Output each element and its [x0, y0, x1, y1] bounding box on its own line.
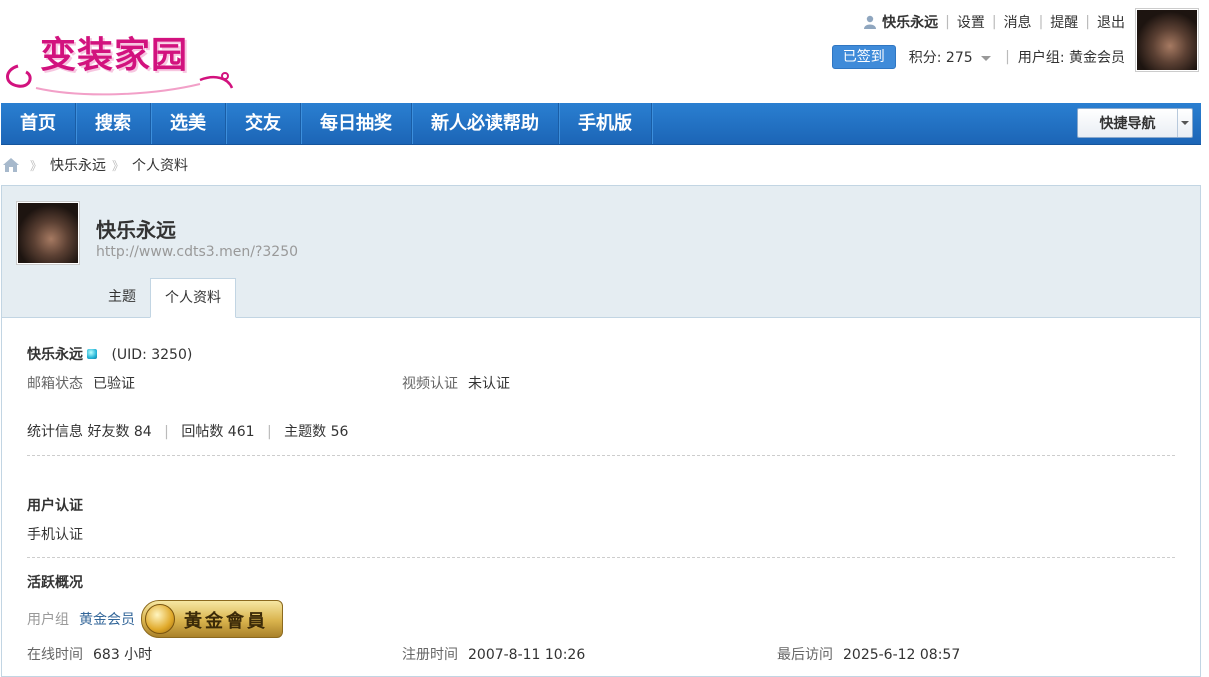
logo-text: 变装家园	[40, 34, 189, 76]
divider: |	[1085, 14, 1090, 30]
logout-link[interactable]: 退出	[1097, 12, 1125, 32]
profile-name: 快乐永远	[96, 218, 176, 242]
divider: |	[1005, 49, 1010, 65]
video-auth-row: 视频认证 未认证	[402, 373, 510, 393]
threads-count[interactable]: 主题数 56	[284, 424, 348, 440]
breadcrumb-user[interactable]: 快乐永远	[50, 155, 106, 175]
divider: |	[266, 424, 272, 440]
video-auth-label: 视频认证	[402, 376, 458, 392]
breadcrumb-separator-icon: 》	[30, 158, 43, 173]
messages-link[interactable]: 消息	[1004, 12, 1032, 32]
profile-username: 快乐永远	[27, 347, 83, 363]
tab-profile[interactable]: 个人资料	[150, 278, 236, 318]
nav-item-lottery[interactable]: 每日抽奖	[301, 103, 412, 144]
auth-value: 手机认证	[27, 527, 83, 543]
replies-count[interactable]: 回帖数 461	[181, 424, 254, 440]
online-time-label: 在线时间	[27, 647, 83, 663]
online-time-row: 在线时间 683 小时	[27, 644, 152, 664]
online-status-icon	[87, 349, 97, 359]
email-status-label: 邮箱状态	[27, 376, 83, 392]
stats-row: 统计信息 好友数 84 | 回帖数 461 | 主题数 56	[27, 421, 348, 441]
user-icon	[864, 15, 877, 29]
avatar[interactable]	[1135, 8, 1199, 72]
divider	[27, 455, 1175, 456]
gold-member-badge-icon: 黃金會員	[141, 600, 283, 638]
email-status-value: 已验证	[93, 376, 135, 392]
stats-label: 统计信息	[27, 424, 83, 440]
auth-title: 用户认证	[27, 498, 83, 514]
breadcrumb: 》 快乐永远 》 个人资料	[2, 154, 188, 176]
profile-panel: 快乐永远 http://www.cdts3.men/?3250 主题 个人资料 …	[1, 185, 1201, 677]
usergroup-row: 用户组 黄金会员 黃金會員	[27, 600, 283, 638]
last-visit-row: 最后访问 2025-6-12 08:57	[777, 644, 960, 664]
divider: |	[991, 14, 997, 30]
uid-row: 快乐永远 (UID: 3250)	[27, 344, 192, 364]
divider: |	[164, 424, 169, 440]
uid-text: (UID: 3250)	[111, 347, 193, 363]
divider	[27, 557, 1175, 558]
nav-item-search[interactable]: 搜索	[76, 103, 151, 144]
coin-icon	[145, 604, 175, 634]
nav-item-home[interactable]: 首页	[1, 103, 76, 144]
friends-count[interactable]: 好友数 84	[87, 424, 151, 440]
site-logo[interactable]: 变装家园	[0, 14, 240, 99]
profile-tabs: 主题 个人资料	[94, 278, 236, 318]
online-time-value: 683 小时	[93, 647, 153, 663]
user-links-bar: 快乐永远 | 设置 | 消息 | 提醒 | 退出	[863, 12, 1125, 32]
points-label: 积分: 275	[908, 50, 973, 66]
signed-in-button[interactable]: 已签到	[831, 45, 896, 69]
username-link[interactable]: 快乐永远	[882, 12, 938, 32]
profile-avatar[interactable]	[16, 201, 80, 265]
usergroup-label[interactable]: 用户组: 黄金会员	[1018, 47, 1125, 67]
profile-header: 快乐永远 http://www.cdts3.men/?3250 主题 个人资料	[2, 186, 1200, 318]
points-menu[interactable]: 积分: 275	[908, 47, 992, 67]
profile-url[interactable]: http://www.cdts3.men/?3250	[96, 244, 298, 260]
register-time-row: 注册时间 2007-8-11 10:26	[402, 644, 585, 664]
quick-nav-button[interactable]: 快捷导航	[1077, 108, 1193, 138]
nav-item-contest[interactable]: 选美	[151, 103, 226, 144]
home-icon[interactable]	[2, 157, 20, 173]
badge-text: 黃金會員	[184, 611, 268, 632]
register-time-value: 2007-8-11 10:26	[468, 647, 586, 663]
last-visit-value: 2025-6-12 08:57	[843, 647, 961, 663]
usergroup-link[interactable]: 黄金会员	[79, 609, 135, 629]
video-auth-value: 未认证	[468, 376, 510, 392]
breadcrumb-current: 个人资料	[132, 158, 189, 174]
nav-item-newbie-help[interactable]: 新人必读帮助	[412, 103, 559, 144]
reminders-link[interactable]: 提醒	[1050, 12, 1078, 32]
avatar-image	[18, 203, 78, 263]
chevron-down-icon	[981, 55, 992, 61]
avatar-image	[1137, 10, 1197, 70]
settings-link[interactable]: 设置	[957, 12, 985, 32]
email-status-row: 邮箱状态 已验证	[27, 373, 135, 393]
tab-threads[interactable]: 主题	[94, 278, 150, 316]
divider: |	[945, 14, 950, 30]
chevron-down-icon	[1177, 109, 1192, 137]
user-status-bar: 已签到 积分: 275 | 用户组: 黄金会员	[831, 45, 1125, 69]
nav-item-mobile[interactable]: 手机版	[559, 103, 652, 144]
divider: |	[1038, 14, 1044, 30]
last-visit-label: 最后访问	[777, 647, 833, 663]
usergroup-field-label: 用户组	[27, 612, 69, 628]
nav-item-social[interactable]: 交友	[226, 103, 301, 144]
quick-nav-label: 快捷导航	[1099, 116, 1156, 132]
breadcrumb-separator-icon: 》	[112, 158, 125, 173]
activity-title: 活跃概况	[27, 575, 83, 591]
register-time-label: 注册时间	[402, 647, 458, 663]
main-nav: 首页 搜索 选美 交友 每日抽奖 新人必读帮助 手机版 快捷导航	[1, 103, 1201, 145]
